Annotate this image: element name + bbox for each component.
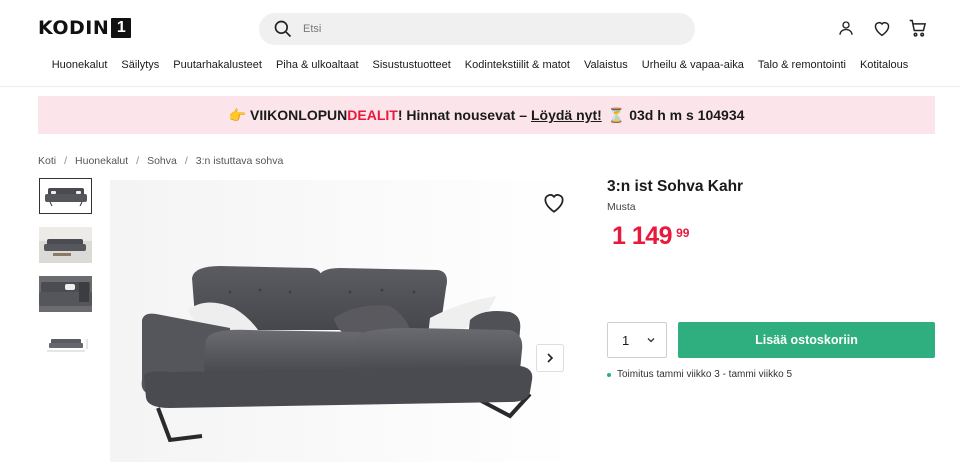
logo-box: 1	[111, 18, 132, 38]
product-price: 1 149 99	[612, 222, 689, 251]
next-image-button[interactable]	[536, 344, 564, 372]
header-actions	[836, 17, 928, 39]
promo-text-1: VIIKONLOPUN	[250, 107, 348, 123]
thumbnail-3[interactable]	[39, 276, 92, 312]
nav-item-sisustustuotteet[interactable]: Sisustustuotteet	[373, 59, 451, 71]
delivery-info: Toimitus tammi viikko 3 - tammi viikko 5	[607, 369, 792, 380]
thumbnail-list	[39, 178, 92, 361]
promo-deal: DEALIT	[347, 107, 398, 123]
thumbnail-4[interactable]	[39, 325, 92, 361]
hourglass-icon: ⏳	[607, 106, 626, 123]
search-input[interactable]	[303, 23, 663, 35]
quantity-value: 1	[622, 332, 630, 348]
site-logo[interactable]: KODIN 1	[38, 17, 132, 39]
price-decimals: 99	[676, 226, 690, 240]
delivery-text: Toimitus tammi viikko 3 - tammi viikko 5	[617, 369, 793, 380]
heart-icon[interactable]	[872, 17, 892, 39]
breadcrumb-huonekalut[interactable]: Huonekalut	[75, 155, 128, 167]
delivery-status-dot	[607, 372, 611, 377]
nav-item-piha[interactable]: Piha & ulkoaltaat	[276, 59, 359, 71]
user-icon[interactable]	[836, 17, 856, 39]
chevron-right-icon	[547, 353, 554, 363]
nav-item-kodintekstiilit[interactable]: Kodintekstiilit & matot	[465, 59, 570, 71]
chevron-down-icon	[647, 338, 655, 343]
breadcrumb: Koti / Huonekalut / Sohva / 3:n istuttav…	[38, 155, 283, 167]
search-icon[interactable]	[273, 19, 293, 39]
nav-item-valaistus[interactable]: Valaistus	[584, 59, 628, 71]
nav-item-sailytys[interactable]: Säilytys	[121, 59, 159, 71]
cart-icon[interactable]	[908, 17, 928, 39]
nav-item-talo[interactable]: Talo & remontointi	[758, 59, 846, 71]
pointing-hand-icon: 👉	[228, 106, 247, 123]
price-integer: 1 149	[612, 222, 673, 250]
logo-text: KODIN	[38, 17, 110, 39]
nav-item-puutarhakalusteet[interactable]: Puutarhakalusteet	[173, 59, 262, 71]
header-divider	[0, 86, 960, 87]
wishlist-heart-icon[interactable]	[541, 190, 567, 214]
thumbnail-2[interactable]	[39, 227, 92, 263]
promo-countdown: 03d h m s 104934	[629, 107, 745, 123]
product-image	[110, 180, 580, 462]
promo-text-2: ! Hinnat nousevat –	[397, 107, 527, 123]
nav-item-urheilu[interactable]: Urheilu & vapaa-aika	[642, 59, 744, 71]
breadcrumb-current: 3:n istuttava sohva	[195, 155, 284, 167]
search-bar[interactable]	[259, 13, 695, 45]
main-nav: Huonekalut Säilytys Puutarhakalusteet Pi…	[0, 59, 960, 71]
breadcrumb-separator: /	[64, 155, 68, 167]
breadcrumb-separator: /	[136, 155, 140, 167]
promo-banner[interactable]: 👉 VIIKONLOPUN DEALIT ! Hinnat nousevat –…	[38, 96, 935, 134]
breadcrumb-separator: /	[184, 155, 188, 167]
quantity-select[interactable]: 1	[607, 322, 667, 358]
nav-item-huonekalut[interactable]: Huonekalut	[52, 59, 108, 71]
add-to-cart-button[interactable]: Lisää ostoskoriin	[678, 322, 935, 358]
promo-link[interactable]: Löydä nyt!	[531, 107, 602, 123]
breadcrumb-sohva[interactable]: Sohva	[147, 155, 177, 167]
product-color: Musta	[607, 201, 636, 213]
product-title: 3:n ist Sohva Kahr	[607, 178, 744, 195]
thumbnail-1[interactable]	[39, 178, 92, 214]
nav-item-kotitalous[interactable]: Kotitalous	[860, 59, 908, 71]
breadcrumb-koti[interactable]: Koti	[38, 155, 56, 167]
